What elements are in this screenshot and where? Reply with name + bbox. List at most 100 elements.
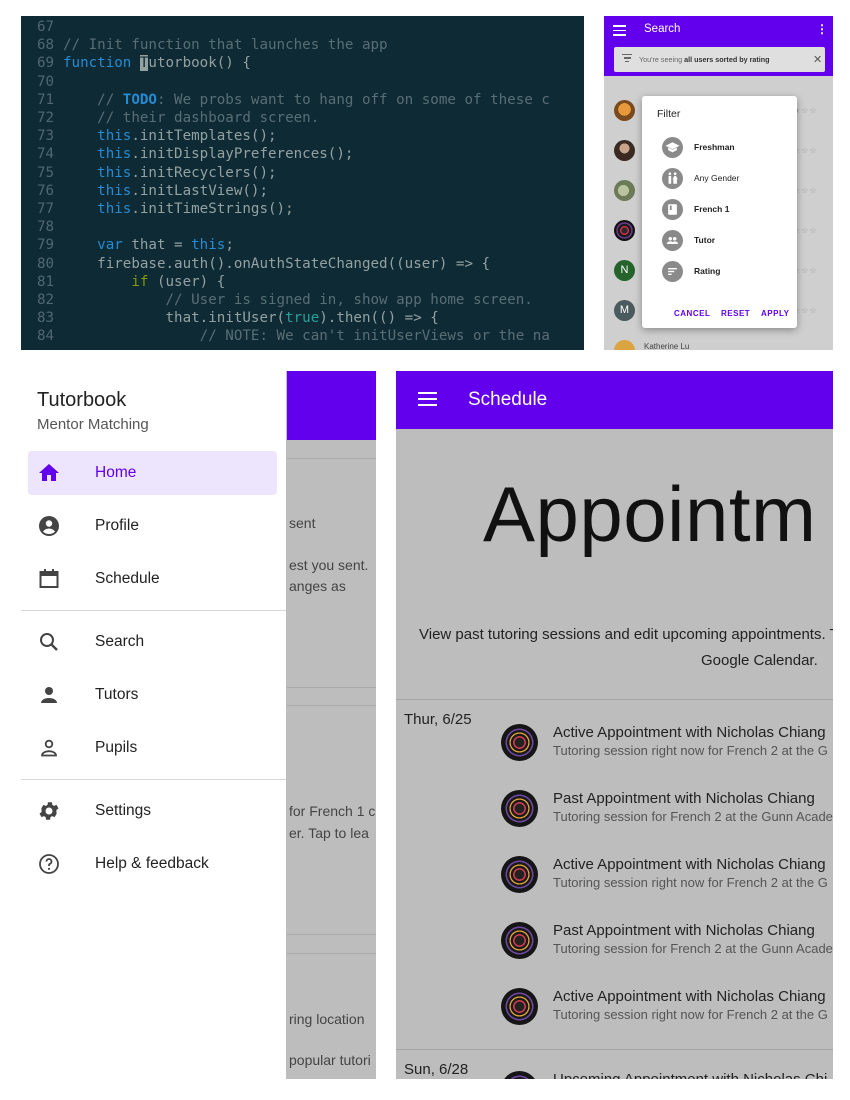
code-token: //: [63, 91, 123, 108]
code-line[interactable]: 70: [21, 73, 63, 91]
code-line[interactable]: 77 this.initTimeStrings();: [21, 200, 294, 218]
appointment-title: Active Appointment with Nicholas Chiang: [553, 988, 826, 1005]
appointment-row[interactable]: Active Appointment with Nicholas Chiang …: [396, 988, 833, 1048]
code-line[interactable]: 74 this.initDisplayPreferences();: [21, 145, 353, 163]
code-token: that =: [122, 237, 192, 254]
user-avatar[interactable]: [614, 180, 635, 201]
background-text: ring location: [289, 1011, 365, 1027]
code-token: that.initUser(: [63, 310, 286, 327]
code-token: .initTemplates();: [131, 128, 277, 145]
code-token: function: [63, 55, 140, 72]
appointment-row[interactable]: Upcoming Appointment with Nicholas Chi: [396, 1071, 833, 1079]
drawer-item-search[interactable]: Search: [21, 620, 286, 664]
code-line[interactable]: 83 that.initUser(true).then(() => {: [21, 309, 439, 327]
more-vert-icon[interactable]: ⋮: [816, 22, 828, 36]
code-line[interactable]: 69 function Tutorbook() {: [21, 54, 251, 72]
drawer-item-schedule[interactable]: Schedule: [21, 557, 286, 601]
drawer-title: Tutorbook: [37, 389, 127, 411]
drawer-item-settings[interactable]: Settings: [21, 789, 286, 833]
code-token: // User is signed in, show app home scre…: [63, 292, 533, 308]
drawer-item-profile[interactable]: Profile: [21, 504, 286, 548]
code-token: ;: [225, 237, 234, 254]
wc-icon: [662, 168, 683, 189]
code-line[interactable]: 84 // NOTE: We can't initUserViews or th…: [21, 327, 550, 345]
appointment-subtitle: Tutoring session for French 2 at the Gun…: [553, 809, 833, 824]
appointment-row[interactable]: Active Appointment with Nicholas Chiang …: [396, 724, 833, 784]
appointment-row[interactable]: Past Appointment with Nicholas Chiang Tu…: [396, 922, 833, 982]
cancel-button[interactable]: CANCEL: [674, 309, 710, 318]
menu-icon[interactable]: [418, 392, 437, 408]
menu-icon[interactable]: [613, 25, 626, 36]
code-line[interactable]: 68 // Init function that launches the app: [21, 36, 388, 54]
code-line[interactable]: 73 this.initTemplates();: [21, 127, 277, 145]
drawer-item-help[interactable]: Help & feedback: [21, 842, 286, 886]
code-editor[interactable]: 67 68 // Init function that launches the a…: [21, 16, 584, 350]
code-token: .initLastView();: [131, 182, 269, 199]
account-circle-icon: [37, 514, 61, 538]
option-label: Any Gender: [694, 173, 740, 183]
appointment-row[interactable]: Active Appointment with Nicholas Chiang …: [396, 856, 833, 916]
user-avatar[interactable]: M: [614, 300, 635, 321]
apply-button[interactable]: APPLY: [761, 309, 789, 318]
drawer-item-tutors[interactable]: Tutors: [21, 673, 286, 717]
appointment-subtitle: Tutoring session right now for French 2 …: [553, 875, 828, 890]
line-number: 74: [37, 146, 55, 163]
drawer-item-label: Profile: [95, 517, 139, 534]
divider: [287, 934, 376, 935]
user-avatar[interactable]: [614, 340, 635, 350]
code-line[interactable]: 82 // User is signed in, show app home s…: [21, 291, 533, 309]
user-avatar[interactable]: N: [614, 260, 635, 281]
drawer-divider: [21, 610, 286, 611]
code-token: this: [97, 164, 132, 181]
school-icon: [662, 137, 683, 158]
code-token: this: [97, 182, 132, 199]
code-line[interactable]: 67: [21, 18, 63, 36]
line-number: 76: [37, 182, 55, 199]
code-line[interactable]: 75 this.initRecyclers();: [21, 164, 277, 182]
code-token: this: [97, 146, 132, 163]
code-token: if: [131, 273, 149, 290]
code-line[interactable]: 80 firebase.auth().onAuthStateChanged((u…: [21, 255, 490, 273]
drawer-subtitle: Mentor Matching: [37, 416, 149, 433]
drawer-item-label: Home: [95, 464, 137, 481]
nicholas-chiang-avatar: [501, 790, 538, 827]
close-icon[interactable]: ✕: [813, 53, 822, 66]
people-icon: [662, 230, 683, 251]
code-line[interactable]: 72 // their dashboard screen.: [21, 109, 319, 127]
line-number: 82: [37, 292, 55, 308]
code-line[interactable]: 79 var that = this;: [21, 236, 234, 254]
code-token: true: [285, 310, 320, 327]
nicholas-chiang-avatar: [501, 1071, 538, 1079]
code-line[interactable]: 81 if (user) {: [21, 273, 225, 291]
help-icon: [37, 852, 61, 876]
nicholas-chiang-avatar: [501, 856, 538, 893]
person-outline-icon: [37, 736, 61, 760]
drawer-item-home[interactable]: Home: [21, 451, 286, 495]
user-avatar[interactable]: [614, 220, 635, 241]
code-line[interactable]: 78: [21, 218, 63, 236]
option-label: Freshman: [694, 142, 735, 152]
divider: [396, 699, 833, 700]
background-text: er. Tap to lea: [289, 825, 369, 841]
code-token: .initRecyclers();: [131, 164, 277, 181]
drawer-item-pupils[interactable]: Pupils: [21, 726, 286, 770]
gear-icon: [37, 799, 61, 823]
reset-button[interactable]: RESET: [721, 309, 750, 318]
filter-notice-bar[interactable]: You're seeing all users sorted by rating…: [614, 47, 825, 72]
book-icon: [662, 199, 683, 220]
line-number: 77: [37, 201, 55, 217]
appointment-row[interactable]: Past Appointment with Nicholas Chiang Tu…: [396, 790, 833, 850]
user-avatar[interactable]: [614, 140, 635, 161]
appointment-subtitle: Tutoring session right now for French 2 …: [553, 1007, 828, 1022]
calendar-icon: [37, 567, 61, 591]
user-avatar[interactable]: [614, 100, 635, 121]
drawer-item-label: Search: [95, 633, 145, 650]
code-line[interactable]: 76 this.initLastView();: [21, 182, 268, 200]
line-number: 84: [37, 328, 55, 345]
code-line[interactable]: 71 // TODO: We probs want to hang off on…: [21, 91, 550, 109]
nicholas-chiang-avatar: [501, 724, 538, 761]
